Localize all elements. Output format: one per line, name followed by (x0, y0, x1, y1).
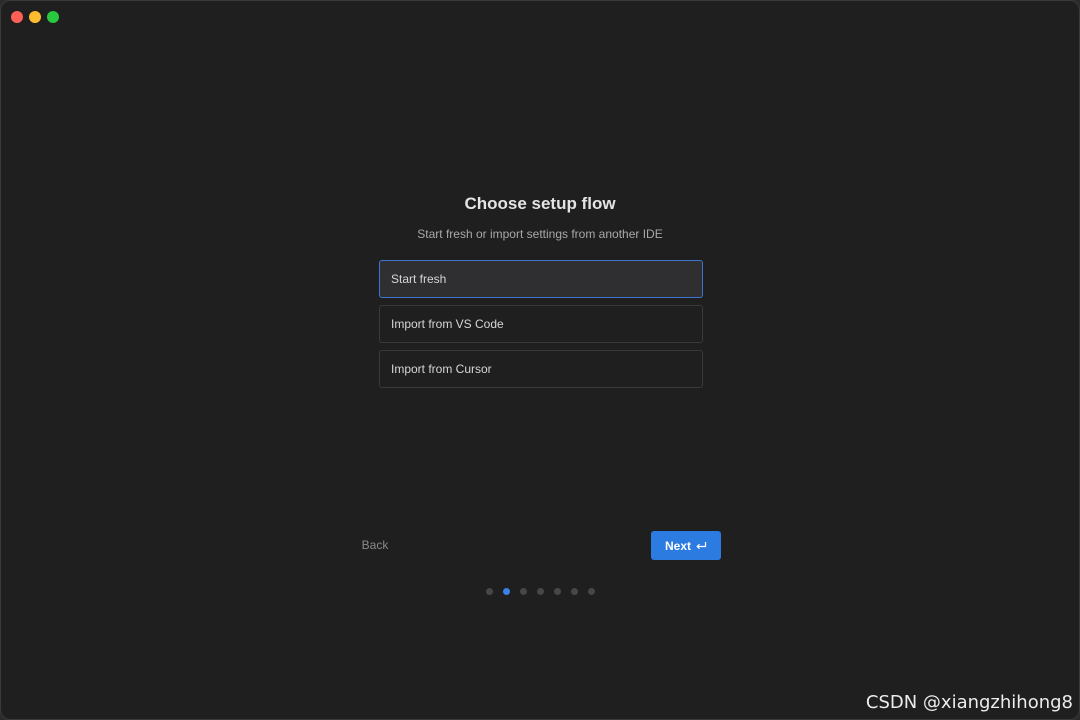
step-dot-6 (570, 588, 578, 595)
option-start-fresh[interactable]: Start fresh (379, 260, 703, 298)
page-title: Choose setup flow (464, 194, 616, 213)
page-subtitle: Start fresh or import settings from anot… (417, 227, 663, 241)
next-button-label: Next (664, 538, 691, 553)
window-controls (11, 11, 59, 23)
option-import-cursor[interactable]: Import from Cursor (379, 350, 703, 388)
next-button[interactable]: Next (651, 531, 721, 560)
return-key-icon (696, 541, 707, 549)
option-import-vscode[interactable]: Import from VS Code (379, 305, 703, 343)
setup-window: Choose setup flow Start fresh or import … (0, 0, 1080, 720)
step-dot-1 (485, 588, 493, 595)
step-dot-5 (553, 588, 561, 595)
step-dot-3 (519, 588, 527, 595)
step-dot-4 (536, 588, 544, 595)
step-dot-2 (502, 588, 510, 595)
minimize-window-button[interactable] (29, 11, 41, 23)
close-window-button[interactable] (11, 11, 23, 23)
watermark: CSDN @xiangzhihong8 (865, 692, 1073, 713)
step-dot-7 (587, 588, 595, 595)
setup-options: Start fresh Import from VS Code Import f… (379, 260, 703, 395)
back-button[interactable]: Back (348, 532, 402, 559)
step-indicator (1, 588, 1079, 595)
zoom-window-button[interactable] (47, 11, 59, 23)
